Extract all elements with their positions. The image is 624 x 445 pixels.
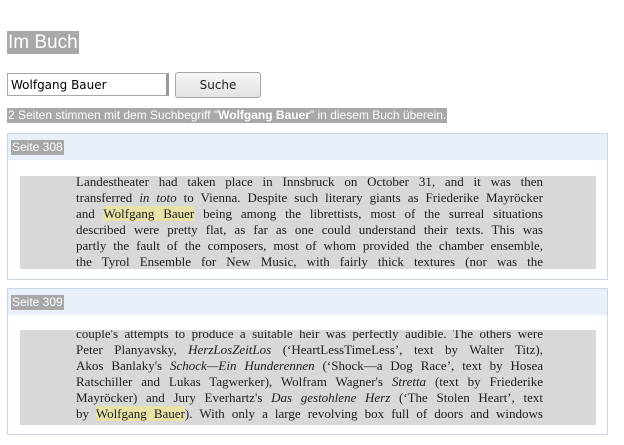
snippet-text: partly the fault of the composers, most …: [76, 238, 543, 253]
search-input[interactable]: [7, 73, 169, 96]
result-card-page-308[interactable]: Seite 308 Landestheater had taken place …: [7, 133, 608, 280]
snippet-line: couple's attempts to produce a suitable …: [76, 330, 543, 342]
snippet-text: (‘The Stolen Heart’, text: [390, 390, 543, 405]
snippet-line: transferred in toto to Vienna. Despite s…: [76, 190, 543, 206]
summary-prefix: 2 Seiten stimmen mit dem Suchbegriff ": [8, 108, 219, 122]
search-term-highlight: Wolfgang Bauer: [95, 406, 185, 421]
snippet-line: Ratschiller and Lukas Tagwerker), Wolfra…: [76, 374, 543, 390]
snippet-text: by: [76, 406, 96, 421]
snippet-line: Mayröcker) and Jury Everhartz's Das gest…: [76, 390, 543, 406]
snippet-text: HerzLosZeitLos: [188, 342, 272, 357]
snippet-line: and Wolfgang Bauer being among the libre…: [76, 206, 543, 222]
snippet-text: (‘Shock—a Dog Race’, text by Hosea: [314, 358, 544, 373]
snippet-text: ). With only a large revolving box full …: [184, 406, 543, 421]
snippet-text: (text by Friederike: [426, 374, 543, 389]
snippet-text: described were pretty flat, as far as on…: [76, 222, 543, 237]
summary-suffix: " in diesem Buch überein.: [309, 108, 447, 122]
snippet-text: to Vienna. Despite such literary giants …: [176, 190, 543, 205]
summary-term: Wolfgang Bauer: [218, 108, 310, 122]
snippet-line: by Wolfgang Bauer). With only a large re…: [76, 406, 543, 422]
result-card-header: Seite 309: [8, 289, 607, 315]
snippet-text: Landestheater had taken place in Innsbru…: [76, 176, 543, 189]
snippet-text: being among the librettists, most of the…: [194, 206, 543, 221]
snippet-line: Akos Banlaky's Schock—Ein Hunderennen (‘…: [76, 358, 543, 374]
page-snippet-image[interactable]: couple's attempts to produce a suitable …: [20, 330, 596, 425]
snippet-text: Stretta: [391, 374, 427, 389]
search-term-highlight: Wolfgang Bauer: [103, 206, 195, 221]
snippet-text: (‘HeartLessTimeLess’, text by Walter Tit…: [271, 342, 543, 357]
snippet-text: transferred: [76, 190, 140, 205]
snippet-text: Schock—Ein Hunderennen: [170, 358, 315, 373]
snippet-text: Mayröcker) and Jury Everhartz's: [76, 390, 272, 405]
snippet-text: Ratschiller and Lukas Tagwerker), Wolfra…: [76, 374, 392, 389]
snippet-text: couple's attempts to produce a suitable …: [76, 330, 543, 341]
snippet-line: Landestheater had taken place in Innsbru…: [76, 176, 543, 190]
result-card-header: Seite 308: [8, 134, 607, 160]
page-snippet-image[interactable]: Landestheater had taken place in Innsbru…: [20, 176, 596, 269]
snippet-line: described were pretty flat, as far as on…: [76, 222, 543, 238]
page-label[interactable]: Seite 308: [11, 140, 64, 155]
section-title: Im Buch: [7, 31, 79, 54]
snippet-text: Akos Banlaky's: [76, 358, 171, 373]
result-card-page-309[interactable]: Seite 309 couple's attempts to produce a…: [7, 288, 608, 435]
snippet-text: Peter Planyavsky,: [76, 342, 189, 357]
snippet-line: Peter Planyavsky, HerzLosZeitLos (‘Heart…: [76, 342, 543, 358]
snippet-text: the Tyrol Ensemble for New Music, with f…: [76, 254, 543, 269]
search-button[interactable]: Suche: [175, 72, 261, 98]
snippet-line: partly the fault of the composers, most …: [76, 238, 543, 254]
snippet-text: and: [76, 206, 104, 221]
snippet-text: in toto: [139, 190, 177, 205]
snippet-line: the Tyrol Ensemble for New Music, with f…: [76, 254, 543, 269]
snippet-text: Das gestohlene Herz: [271, 390, 391, 405]
result-summary: 2 Seiten stimmen mit dem Suchbegriff "Wo…: [7, 108, 448, 123]
page-label[interactable]: Seite 309: [11, 295, 64, 310]
